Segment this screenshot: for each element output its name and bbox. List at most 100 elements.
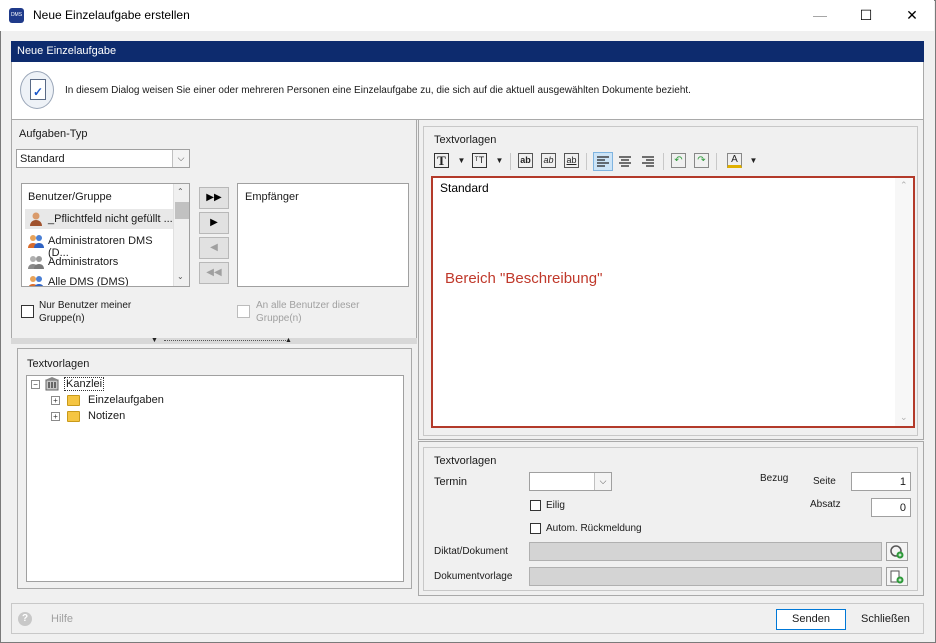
bold-icon[interactable]: ab [518,153,533,168]
undo-icon[interactable]: ↶ [671,153,686,168]
toolbar-separator [510,153,511,170]
list-item[interactable]: Administrators [25,252,173,272]
scroll-up-icon[interactable]: ⌃ [177,187,184,196]
absatz-input[interactable]: 0 [871,498,911,517]
expand-icon[interactable]: + [51,396,60,405]
font-color-icon[interactable]: A [727,153,742,168]
maximize-button[interactable]: ☐ [843,0,889,31]
toolbar-separator [586,153,587,170]
user-icon [30,212,42,226]
scroll-thumb[interactable] [175,202,189,219]
list-item-label: Administrators [48,256,119,268]
font-icon[interactable]: T [434,153,449,168]
underline-icon[interactable]: ab [564,153,579,168]
building-icon [45,377,59,391]
editor-scrollbar[interactable]: ⌃ ⌄ [895,178,913,426]
templates-tree[interactable]: − Kanzlei + Einzelaufgaben + Notizen [26,375,404,582]
folder-icon [67,411,80,422]
align-center-icon[interactable] [619,156,631,167]
help-button[interactable]: Hilfe [51,613,73,625]
expand-icon[interactable]: + [51,412,60,421]
add-document-icon [890,570,904,584]
minimize-button[interactable]: — [797,0,843,31]
chevron-down-icon: ⌵ [172,150,189,167]
remove-selected-button[interactable]: ◀ [199,237,229,259]
seite-value: 1 [899,476,906,488]
italic-icon[interactable]: ab [541,153,556,168]
dokvorlage-field[interactable] [529,567,882,586]
task-type-select[interactable]: Standard ⌵ [16,149,190,168]
details-templates-label: Textvorlagen [434,455,497,467]
info-panel: ✓ In diesem Dialog weisen Sie einer oder… [11,62,924,120]
group-gray-icon [28,256,44,269]
remove-all-button[interactable]: ◀◀ [199,262,229,284]
own-group-checkbox[interactable] [21,305,34,318]
diktat-field[interactable] [529,542,882,561]
users-list-scrollbar[interactable]: ⌃ ⌄ [173,184,189,286]
all-users-label: An alle Benutzer dieser Gruppe(n) [256,300,360,324]
splitter-grip [164,340,286,341]
app-icon: DMS [9,8,24,23]
urgent-label: Eilig [546,500,565,511]
collapse-icon[interactable]: − [31,380,40,389]
own-group-label: Nur Benutzer meiner Gruppe(n) [39,300,132,324]
dokvorlage-attach-button[interactable] [886,567,908,586]
task-type-label: Aufgaben-Typ [19,128,88,140]
users-list-header: Benutzer/Gruppe [28,191,112,203]
task-type-value: Standard [20,153,65,165]
recipients-header: Empfänger [245,191,299,203]
align-left-button[interactable] [593,152,613,171]
absatz-value: 0 [899,502,906,514]
dialog-header-bar: Neue Einzelaufgabe [11,41,924,62]
users-list[interactable]: Benutzer/Gruppe _Pflichtfeld nicht gefül… [21,183,190,287]
task-document-icon: ✓ [20,71,54,109]
group-icon [28,276,44,286]
font-color-dropdown-icon[interactable]: ▼ [745,153,762,170]
tree-item-notizen[interactable]: Notizen [88,410,125,422]
editor-text: Standard [440,181,489,195]
tree-item-einzelaufgaben[interactable]: Einzelaufgaben [88,394,164,406]
font-size-icon[interactable]: ᵀT [472,153,487,168]
tree-root-kanzlei[interactable]: Kanzlei [64,377,105,391]
add-selected-button[interactable]: ▶ [199,212,229,234]
title-bar: DMS Neue Einzelaufgabe erstellen — ☐ ✕ [0,0,934,31]
dialog-description: In diesem Dialog weisen Sie einer oder m… [65,85,691,96]
seite-input[interactable]: 1 [851,472,911,491]
list-item[interactable]: Administratoren DMS (D... [25,231,173,259]
chevron-down-icon: ⌵ [594,473,611,490]
splitter[interactable]: ▼ ▲ [11,337,417,344]
attach-document-icon [890,545,904,559]
scroll-up-icon[interactable]: ⌃ [900,180,908,191]
add-all-button[interactable]: ▶▶ [199,187,229,209]
close-button[interactable]: Schließen [861,613,910,625]
align-right-icon[interactable] [642,156,654,167]
diktat-attach-button[interactable] [886,542,908,561]
templates-label-left: Textvorlagen [27,358,90,370]
font-dropdown-icon[interactable]: ▼ [453,153,470,170]
recipients-list[interactable]: Empfänger [237,183,409,287]
templates-label-right: Textvorlagen [434,134,497,146]
font-size-dropdown-icon[interactable]: ▼ [491,153,508,170]
urgent-checkbox[interactable] [530,500,541,511]
all-users-checkbox[interactable] [237,305,250,318]
diktat-label: Diktat/Dokument [434,546,508,557]
folder-icon [67,395,80,406]
splitter-down-icon: ▼ [151,337,158,344]
list-item-label: Alle DMS (DMS) [48,276,129,286]
seite-label: Seite [813,476,836,487]
auto-reply-checkbox[interactable] [530,523,541,534]
align-left-icon [597,156,609,167]
termin-select[interactable]: ⌵ [529,472,612,491]
absatz-label: Absatz [810,499,841,510]
close-window-button[interactable]: ✕ [889,0,935,31]
scroll-down-icon[interactable]: ⌄ [177,272,184,281]
list-item[interactable]: _Pflichtfeld nicht gefüllt ... [25,209,173,229]
scroll-down-icon[interactable]: ⌄ [900,412,908,423]
list-item-label: _Pflichtfeld nicht gefüllt ... [48,213,173,225]
list-item[interactable]: Alle DMS (DMS) [25,272,173,286]
description-editor[interactable]: Standard Bereich "Beschreibung" ⌃ ⌄ [431,176,915,428]
help-icon[interactable]: ? [18,612,32,626]
termin-label: Termin [434,476,468,488]
send-button[interactable]: Senden [776,609,846,630]
redo-icon[interactable]: ↷ [694,153,709,168]
